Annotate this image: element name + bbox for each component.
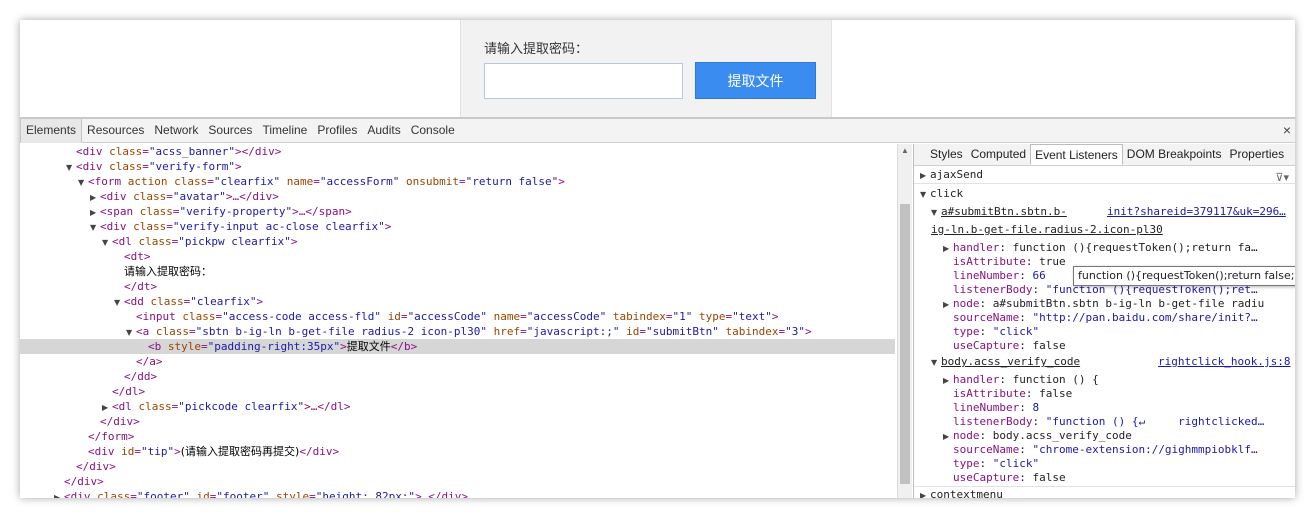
prop-type: type: "click" [953,325,1040,338]
tree-row[interactable]: </div> [20,414,895,429]
collapse-arrow-icon[interactable]: ▶ [914,169,930,183]
prop-node[interactable]: ▶ node: a#submitBtn.sbtn b-ig-ln b-get-fi… [914,297,1295,311]
collapse-arrow-icon[interactable]: ▶ [914,298,953,312]
prop-handler[interactable]: ▶ handler: function () { [914,373,1295,387]
expand-arrow-icon[interactable]: ▼ [66,160,76,175]
tree-row[interactable]: </form> [20,429,895,444]
collapse-arrow-icon[interactable]: ▶ [90,190,100,205]
expand-arrow-icon[interactable]: ▼ [114,295,124,310]
source-link[interactable]: init?shareid=379117&uk=296… [1107,205,1295,219]
tree-row[interactable]: ▶ <span class="verify-property">…</span> [20,204,895,219]
prop-usecapture: useCapture: false [953,339,1066,352]
password-label: 请输入提取密码： [484,41,589,56]
tab-timeline[interactable]: Timeline [257,119,312,143]
extract-panel: 请输入提取密码： 提取文件 [460,20,832,117]
tree-row[interactable]: 请输入提取密码： [20,264,895,279]
tree-row[interactable]: ▶ <div class="avatar">…</div> [20,189,895,204]
password-input[interactable] [484,63,683,99]
scroll-up-icon[interactable]: ▲ [901,146,909,155]
tree-row[interactable]: </a> [20,354,895,369]
tab-profiles[interactable]: Profiles [312,119,362,143]
collapse-arrow-icon[interactable]: ▶ [90,205,100,220]
prop-handler[interactable]: ▶ handler: function (){requestToken();ret… [914,241,1295,255]
collapse-arrow-icon[interactable]: ▶ [914,242,953,256]
expand-arrow-icon[interactable]: ▼ [78,175,88,190]
collapse-arrow-icon[interactable]: ▶ [914,489,930,498]
expand-arrow-icon[interactable]: ▼ [914,188,930,202]
sidebar-tab-bar: Styles Computed Event Listeners DOM Brea… [914,144,1295,166]
expand-arrow-icon[interactable]: ▼ [914,206,941,220]
tab-network[interactable]: Network [149,119,203,143]
tree-row[interactable]: ▼ <div class="verify-form"> [20,159,895,174]
event-group-click[interactable]: ▼ click [914,187,1295,201]
prop-listenerbody: listenerBody: "function () {↵ rightclick… [953,415,1265,428]
prop-linenumber: lineNumber: 8 [953,401,1040,414]
expand-arrow-icon[interactable]: ▼ [90,220,100,235]
tree-row[interactable]: <input class="access-code access-fld" id… [20,309,895,324]
elements-scrollbar[interactable]: ▲ [897,144,912,498]
tree-row[interactable]: ▼ <form action class="clearfix" name="acc… [20,174,895,189]
sidebar-pane: Styles Computed Event Listeners DOM Brea… [913,144,1295,498]
prop-usecapture: useCapture: false [953,471,1066,484]
tab-properties[interactable]: Properties [1225,144,1288,165]
collapse-arrow-icon[interactable]: ▶ [102,400,112,415]
event-group-ajaxsend[interactable]: ▶ ajaxSend [914,168,1295,182]
elements-tree: <div class="acss_banner"></div> ▼ <div cl… [20,144,895,498]
tree-row[interactable]: ▼ <dd class="clearfix"> [20,294,895,309]
divider [914,486,1295,487]
extract-file-button[interactable]: 提取文件 [695,62,816,99]
tree-row-selected[interactable]: <b style="padding-right:35px">提取文件</b> [20,339,895,354]
devtools: Elements Resources Network Sources Timel… [20,119,1295,498]
prop-type: type: "click" [953,457,1040,470]
event-group-contextmenu[interactable]: ▶ contextmenu [914,488,1295,498]
devtools-tab-bar: Elements Resources Network Sources Timel… [20,119,1295,143]
prop-sourcename: sourceName: "http://pan.baidu.com/share/… [953,311,1258,324]
scrollbar-thumb[interactable] [900,204,910,484]
tab-console[interactable]: Console [406,119,460,143]
tab-dom-breakpoints[interactable]: DOM Breakpoints [1123,144,1226,165]
tab-resources[interactable]: Resources [82,119,149,143]
expand-arrow-icon[interactable]: ▼ [126,325,136,340]
tree-row[interactable]: ▼ <a class="sbtn b-ig-ln b-get-file radiu… [20,324,895,339]
tree-row[interactable]: </div> [20,459,895,474]
tab-sources[interactable]: Sources [203,119,257,143]
collapse-arrow-icon[interactable]: ▶ [914,430,953,444]
prop-isattribute: isAttribute: false [953,387,1073,400]
tree-row[interactable]: ▼ <dl class="pickpw clearfix"> [20,234,895,249]
divider [914,183,1295,184]
tab-computed[interactable]: Computed [967,144,1030,165]
tree-row[interactable]: </dd> [20,369,895,384]
page-viewport: 请输入提取密码： 提取文件 [20,20,1295,117]
handler-tooltip: function (){requestToken();return false;… [1073,266,1295,286]
tree-row[interactable]: ▶ <dl class="pickcode clearfix">…</dl> [20,399,895,414]
collapse-arrow-icon[interactable]: ▶ [914,374,953,388]
tree-row[interactable]: ▶ <div class="footer" id="footer" style="… [20,489,895,498]
source-link[interactable]: rightclick_hook.js:8 [1158,355,1295,369]
tree-row[interactable]: </div> [20,474,895,489]
tab-audits[interactable]: Audits [362,119,405,143]
collapse-arrow-icon[interactable]: ▶ [54,490,64,498]
tab-elements[interactable]: Elements [20,119,83,143]
tree-row[interactable]: </dl> [20,384,895,399]
prop-sourcename: sourceName: "chrome-extension://gighmmpi… [953,443,1258,456]
tree-row[interactable]: </dt> [20,279,895,294]
tree-row[interactable]: <div class="acss_banner"></div> [20,144,895,159]
tree-row[interactable]: ▼ <div class="verify-input ac-close clear… [20,219,895,234]
expand-arrow-icon[interactable]: ▼ [102,235,112,250]
tree-row[interactable]: <div id="tip">(请输入提取密码再提交)</div> [20,444,895,459]
close-icon[interactable]: × [1283,122,1291,138]
expand-arrow-icon[interactable]: ▼ [914,356,941,370]
browser-window: 请输入提取密码： 提取文件 Elements Resources Network… [20,20,1295,498]
listener-node-header-cont: ig-ln.b-get-file.radius-2.icon-pl30 [931,223,1163,236]
tab-styles[interactable]: Styles [926,144,967,165]
prop-node[interactable]: ▶ node: body.acss_verify_code [914,429,1295,443]
tab-event-listeners[interactable]: Event Listeners [1030,144,1123,165]
tree-row[interactable]: <dt> [20,249,895,264]
